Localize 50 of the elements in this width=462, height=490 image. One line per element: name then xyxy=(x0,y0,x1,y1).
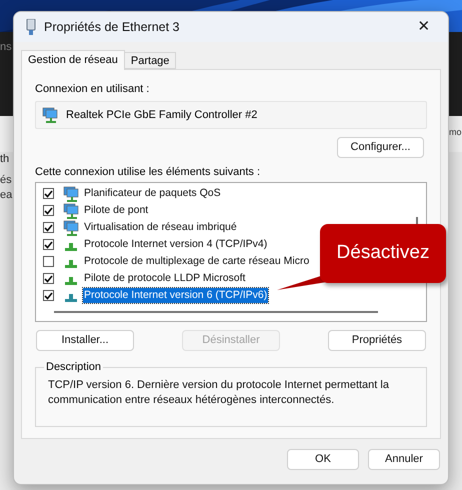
monitor-icon xyxy=(63,220,79,236)
network-icon xyxy=(65,276,77,284)
ok-button[interactable]: OK xyxy=(287,449,359,470)
network-icon xyxy=(65,260,77,268)
close-button[interactable]: ✕ xyxy=(412,15,436,39)
item-label: Protocole Internet version 6 (TCP/IPv6) xyxy=(83,288,268,303)
background-text: és xyxy=(0,173,12,187)
background-text: ea xyxy=(0,188,12,202)
item-label: Protocole de multiplexage de carte réseau Micro xyxy=(83,254,310,269)
configure-button[interactable]: Configurer... xyxy=(337,137,424,158)
checkbox[interactable] xyxy=(43,188,54,199)
checkbox[interactable] xyxy=(43,256,54,267)
item-label: Protocole Internet version 4 (TCP/IPv4) xyxy=(83,237,268,252)
callout-text: Désactivez xyxy=(336,241,430,266)
checkbox[interactable] xyxy=(43,273,54,284)
checkbox[interactable] xyxy=(43,222,54,233)
ethernet-icon xyxy=(26,19,36,35)
connection-label: Connexion en utilisant : xyxy=(35,82,150,96)
monitor-icon xyxy=(42,107,58,123)
cancel-button[interactable]: Annuler xyxy=(368,449,440,470)
tab[interactable]: Partage xyxy=(124,52,176,69)
network-icon xyxy=(65,294,77,302)
list-item[interactable]: Protocole Internet version 4 (TCP/IPv4) xyxy=(43,236,268,253)
monitor-icon xyxy=(63,186,79,202)
adapter-name: Realtek PCIe GbE Family Controller #2 xyxy=(66,108,258,123)
list-item[interactable]: Pilote de protocole LLDP Microsoft xyxy=(43,270,246,287)
window-title: Propriétés de Ethernet 3 xyxy=(44,18,180,36)
description-text: TCP/IP version 6. Dernière version du protocole Internet permettant la communication entre réseaux hétérogènes interconnectés. xyxy=(48,378,390,408)
item-label: Virtualisation de réseau imbriqué xyxy=(83,220,238,235)
install-button[interactable]: Installer... xyxy=(36,330,134,351)
list-item[interactable]: Virtualisation de réseau imbriqué xyxy=(43,219,238,236)
items-label: Cette connexion utilise les éléments suivants : xyxy=(35,165,262,179)
item-label: Pilote de pont xyxy=(83,203,150,218)
checkbox[interactable] xyxy=(43,205,54,216)
background-text: ns xyxy=(0,40,12,54)
list-item[interactable]: Protocole de multiplexage de carte réseau Micro xyxy=(43,253,310,270)
group-legend: Description xyxy=(44,360,104,374)
list-item[interactable]: Planificateur de paquets QoS xyxy=(43,185,222,202)
tab[interactable]: Gestion de réseau xyxy=(21,50,125,70)
properties-button[interactable]: Propriétés xyxy=(328,330,426,351)
list-item[interactable]: Pilote de pont xyxy=(43,202,150,219)
background-text: th xyxy=(0,152,10,166)
monitor-icon xyxy=(63,202,79,218)
network-icon xyxy=(65,242,77,250)
checkbox[interactable] xyxy=(43,290,54,301)
checkbox[interactable] xyxy=(43,239,54,250)
background-text: mo xyxy=(449,126,462,139)
item-label: Planificateur de paquets QoS xyxy=(83,186,222,201)
list-item[interactable]: Protocole Internet version 6 (TCP/IPv6) xyxy=(43,287,268,304)
item-label: Pilote de protocole LLDP Microsoft xyxy=(83,271,246,286)
